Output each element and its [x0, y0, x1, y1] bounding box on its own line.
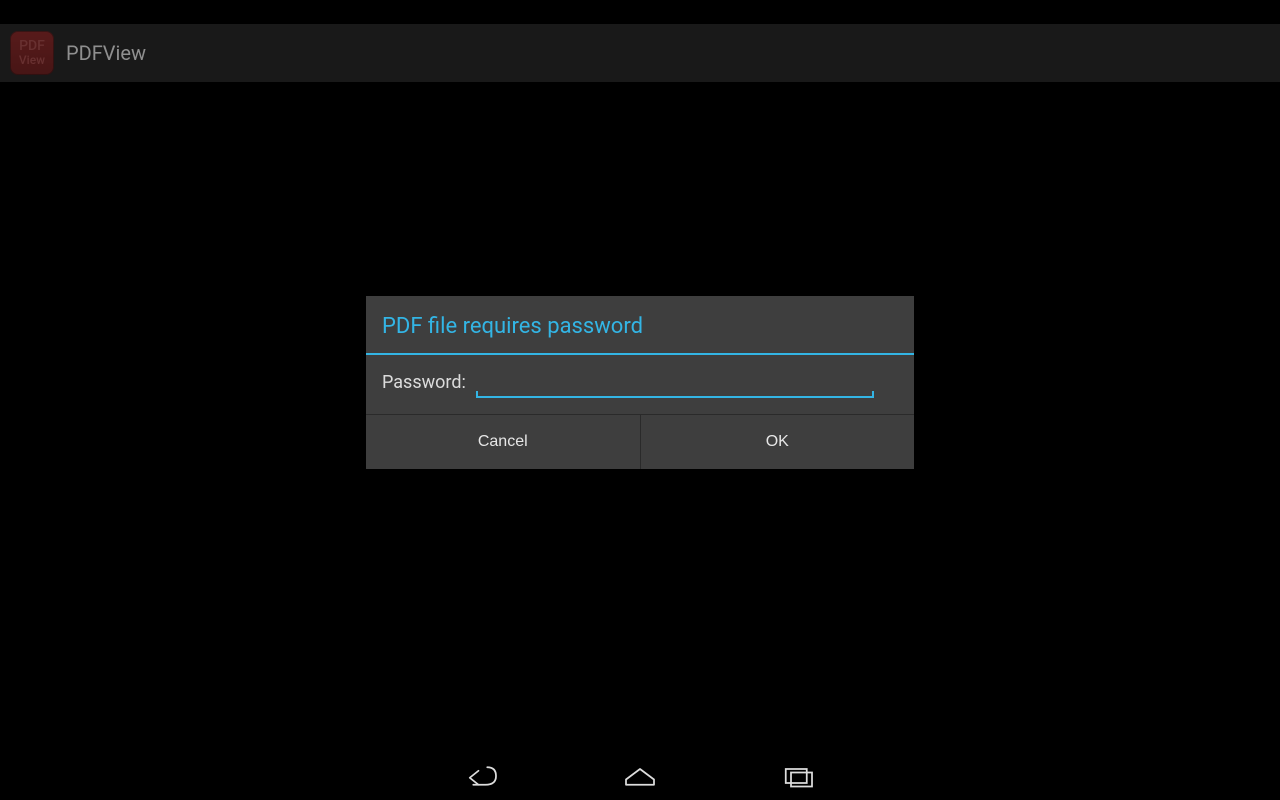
password-dialog: PDF file requires password Password: Can… — [366, 296, 914, 469]
app-icon-line2: View — [19, 54, 45, 67]
dialog-title: PDF file requires password — [366, 296, 914, 353]
dialog-body: Password: — [366, 355, 914, 415]
home-button[interactable] — [616, 760, 664, 792]
dialog-actions: Cancel OK — [366, 415, 914, 469]
password-input[interactable] — [476, 369, 874, 396]
password-field-wrap — [476, 369, 874, 396]
app-title: PDFView — [66, 41, 146, 65]
ok-button[interactable]: OK — [640, 415, 915, 469]
recents-button[interactable] — [774, 760, 822, 792]
recents-icon — [774, 762, 822, 790]
app-icon: PDF View — [10, 31, 54, 75]
password-label: Password: — [382, 372, 466, 393]
app-icon-line1: PDF — [19, 39, 45, 54]
action-bar: PDF View PDFView — [0, 24, 1280, 82]
back-icon — [458, 762, 506, 790]
navigation-bar — [0, 752, 1280, 800]
back-button[interactable] — [458, 760, 506, 792]
cancel-button[interactable]: Cancel — [366, 415, 640, 469]
home-icon — [616, 762, 664, 790]
